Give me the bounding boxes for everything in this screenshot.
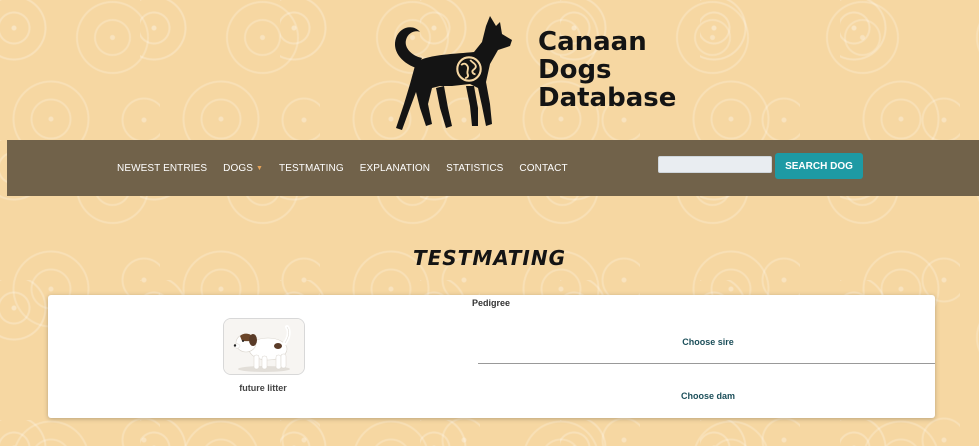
page-title: TESTMATING [412,246,567,270]
dog-silhouette-icon[interactable] [386,12,522,134]
nav-statistics[interactable]: STATISTICS [446,163,503,174]
nav-explanation[interactable]: EXPLANATION [360,163,430,174]
nav-dogs-label: DOGS [223,162,253,174]
main-navbar: NEWEST ENTRIES DOGS ▼ TESTMATING EXPLANA… [7,140,979,196]
caret-down-icon: ▼ [255,164,264,172]
nav-testmating[interactable]: TESTMATING [279,163,344,174]
puppy-image [223,318,305,375]
nav-contact[interactable]: CONTACT [519,163,567,174]
pedigree-label: Pedigree [472,298,511,308]
future-litter-label: future litter [239,383,287,393]
logo-line-2: Dogs [538,55,612,85]
search-dog-button[interactable]: SEARCH DOG [775,153,863,179]
logo-line-3: Database [538,83,677,113]
nav-links: NEWEST ENTRIES DOGS ▼ TESTMATING EXPLANA… [117,140,584,196]
globe-icon [456,56,482,82]
choose-dam-link[interactable]: Choose dam [648,391,768,401]
choose-sire-link[interactable]: Choose sire [648,337,768,347]
nav-newest-entries[interactable]: NEWEST ENTRIES [117,163,207,174]
logo-line-1: Canaan [538,27,647,57]
site-logo-text[interactable]: Canaan Dogs Database [538,28,676,112]
site-header: Canaan Dogs Database [0,0,979,140]
nav-dogs[interactable]: DOGS ▼ [223,163,263,174]
search-input[interactable] [658,156,772,173]
testmating-card: Pedigree future litter Choose sire Choos… [48,295,935,418]
sire-dam-divider [478,363,935,364]
